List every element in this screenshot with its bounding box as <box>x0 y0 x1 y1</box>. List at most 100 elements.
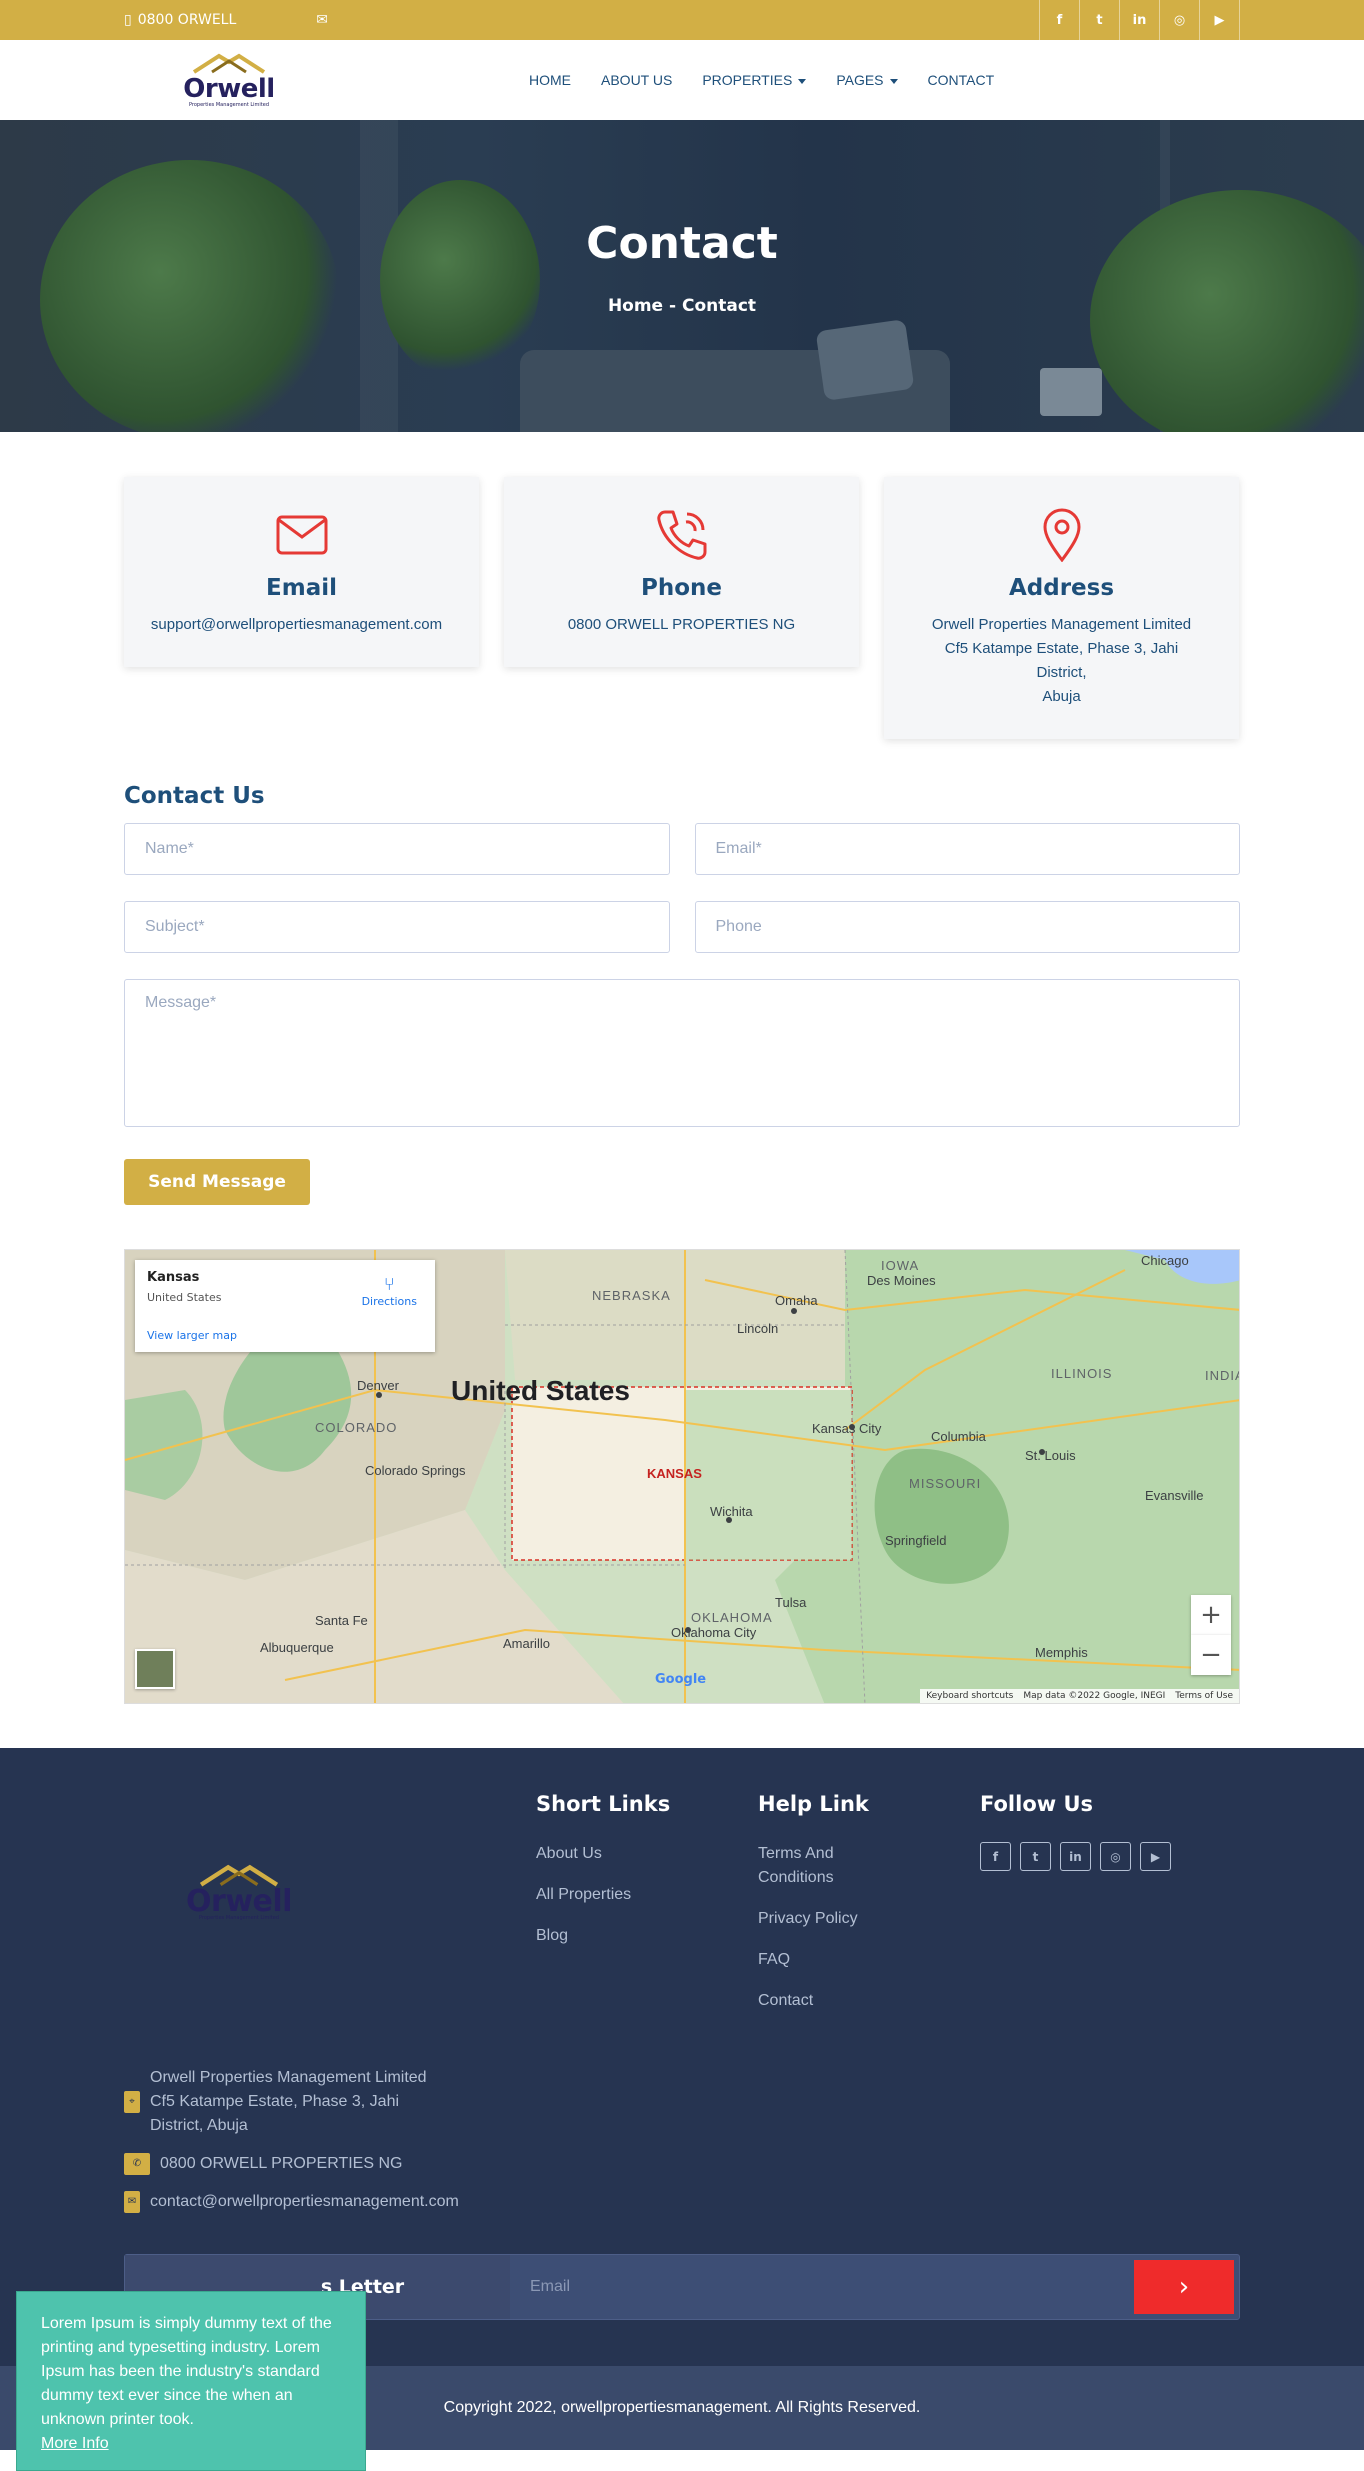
more-info-link[interactable]: More Info <box>41 2432 341 2456</box>
main-nav: Orwell Properties Management Limited HOM… <box>0 40 1364 120</box>
map-city: Albuquerque <box>260 1640 334 1655</box>
youtube-icon[interactable]: ▶ <box>1140 1842 1171 1871</box>
map-city: Colorado Springs <box>365 1463 466 1478</box>
instagram-icon[interactable]: ◎ <box>1160 0 1200 40</box>
twitter-icon[interactable]: t <box>1020 1842 1051 1871</box>
send-message-button[interactable]: Send Message <box>124 1159 310 1205</box>
map-city: Memphis <box>1035 1645 1088 1660</box>
satellite-toggle[interactable] <box>135 1649 175 1689</box>
mobile-icon: ▯ <box>124 12 132 28</box>
envelope-icon <box>276 515 327 555</box>
envelope-icon[interactable]: ✉ <box>316 12 328 28</box>
nav-properties-label: PROPERTIES <box>702 72 793 88</box>
directions-button[interactable]: ⑂ Directions <box>362 1274 417 1308</box>
email-card-text[interactable]: support@orwellpropertiesmanagement.com <box>130 613 463 637</box>
phone-card-text[interactable]: 0800 ORWELL PROPERTIES NG <box>520 613 843 637</box>
nav-contact[interactable]: CONTACT <box>928 72 995 88</box>
nav-pages[interactable]: PAGES <box>836 72 898 88</box>
contact-form-title: Contact Us <box>124 783 265 809</box>
twitter-icon[interactable]: t <box>1080 0 1120 40</box>
map-city: Oklahoma City <box>671 1625 757 1640</box>
directions-icon: ⑂ <box>383 1274 395 1295</box>
map-city: Chicago <box>1141 1253 1189 1268</box>
map-label-state: KANSAS <box>647 1466 702 1481</box>
help-links-column: Help Link Terms And Conditions Privacy P… <box>758 1792 980 2030</box>
address-line-1: Orwell Properties Management Limited <box>931 616 1192 633</box>
footer-link-properties[interactable]: All Properties <box>536 1883 758 1907</box>
newsletter-submit-button[interactable]: › <box>1134 2260 1234 2314</box>
instagram-icon[interactable]: ◎ <box>1100 1842 1131 1871</box>
nav-pages-label: PAGES <box>836 72 884 88</box>
brand-tagline: Properties Management Limited <box>188 102 270 108</box>
footer-link-privacy[interactable]: Privacy Policy <box>758 1907 980 1931</box>
nav-menu: HOME ABOUT US PROPERTIES PAGES CONTACT <box>529 72 994 88</box>
page-hero: Contact Home - Contact <box>0 120 1364 432</box>
terms-link[interactable]: Terms of Use <box>1175 1691 1233 1701</box>
caret-down-icon <box>798 78 807 84</box>
footer-address: ⌖ Orwell Properties Management Limited C… <box>124 2066 1240 2138</box>
breadcrumb-current: Contact <box>682 296 757 316</box>
nav-home[interactable]: HOME <box>529 72 571 88</box>
directions-label: Directions <box>361 1295 417 1308</box>
footer-link-faq[interactable]: FAQ <box>758 1948 980 1972</box>
footer-socials: f t in ◎ ▶ <box>980 1842 1202 1871</box>
linkedin-icon[interactable]: in <box>1120 0 1160 40</box>
phone-input[interactable] <box>694 901 1240 953</box>
embedded-map[interactable]: United States KANSAS Denver Kansas City … <box>124 1249 1240 1704</box>
map-city: Evansville <box>1145 1488 1204 1503</box>
map-city: St. Louis <box>1025 1448 1076 1463</box>
message-textarea[interactable] <box>124 979 1240 1127</box>
footer-link-blog[interactable]: Blog <box>536 1924 758 1948</box>
footer-logo[interactable]: Orwell Properties Management Limited <box>124 1792 536 2030</box>
email-input[interactable] <box>694 823 1240 875</box>
caret-down-icon <box>889 78 898 84</box>
form-row <box>124 901 1240 953</box>
map-city: Des Moines <box>867 1273 936 1288</box>
footer-phone[interactable]: ✆ 0800 ORWELL PROPERTIES NG <box>124 2152 1240 2176</box>
phone-card-title: Phone <box>640 575 722 601</box>
facebook-icon[interactable]: f <box>980 1842 1011 1871</box>
cushion-image <box>815 319 915 401</box>
plant-image <box>380 180 540 380</box>
location-icon: ⌖ <box>124 2091 140 2113</box>
brand-logo[interactable]: Orwell Properties Management Limited <box>179 50 279 110</box>
nav-about[interactable]: ABOUT US <box>601 72 672 88</box>
subject-input[interactable] <box>124 901 670 953</box>
copyright-text: Copyright 2022, orwellpropertiesmanageme… <box>443 2399 921 2416</box>
roof-icon <box>192 53 266 74</box>
map-region: OKLAHOMA <box>691 1610 773 1625</box>
breadcrumb-home[interactable]: Home <box>608 296 663 316</box>
topbar-socials: f t in ◎ ▶ <box>1039 0 1240 40</box>
footer-link-contact[interactable]: Contact <box>758 1989 980 2013</box>
footer-link-about[interactable]: About Us <box>536 1842 758 1866</box>
map-info-card: Kansas United States ⑂ Directions View l… <box>135 1260 435 1352</box>
topbar-phone[interactable]: ▯ 0800 ORWELL <box>124 12 236 28</box>
email-card-title: Email <box>266 575 337 601</box>
map-pin-icon <box>1042 508 1081 562</box>
zoom-in-button[interactable]: + <box>1191 1595 1231 1635</box>
nav-properties[interactable]: PROPERTIES <box>702 72 807 88</box>
linkedin-icon[interactable]: in <box>1060 1842 1091 1871</box>
map-data-text: Map data ©2022 Google, INEGI <box>1023 1691 1166 1701</box>
map-city: Wichita <box>710 1504 753 1519</box>
footer-link-terms[interactable]: Terms And Conditions <box>758 1842 888 1890</box>
page-title: Contact <box>586 218 778 269</box>
google-logo: Google <box>655 1672 707 1687</box>
footer-contact-info: ⌖ Orwell Properties Management Limited C… <box>124 2066 1240 2214</box>
address-line-2: Cf5 Katampe Estate, Phase 3, Jahi <box>944 640 1179 657</box>
footer-address-line-2: Cf5 Katampe Estate, Phase 3, Jahi <box>150 2093 400 2110</box>
follow-us-title: Follow Us <box>980 1792 1094 1816</box>
facebook-icon[interactable]: f <box>1040 0 1080 40</box>
map-region: ILLINOIS <box>1051 1366 1112 1381</box>
map-city: Amarillo <box>503 1636 550 1651</box>
zoom-out-button[interactable]: − <box>1191 1635 1231 1675</box>
footer-email[interactable]: ✉ contact@orwellpropertiesmanagement.com <box>124 2190 1240 2214</box>
name-input[interactable] <box>124 823 670 875</box>
follow-us-column: Follow Us f t in ◎ ▶ <box>980 1792 1202 2030</box>
keyboard-shortcuts-link[interactable]: Keyboard shortcuts <box>926 1691 1013 1701</box>
view-larger-map-link[interactable]: View larger map <box>147 1329 237 1342</box>
footer-brand: Orwell Properties Management Limited <box>186 1862 292 1922</box>
newsletter-email-input[interactable] <box>510 2255 1134 2319</box>
cookie-popup: Lorem Ipsum is simply dummy text of the … <box>16 2291 366 2471</box>
youtube-icon[interactable]: ▶ <box>1200 0 1240 40</box>
